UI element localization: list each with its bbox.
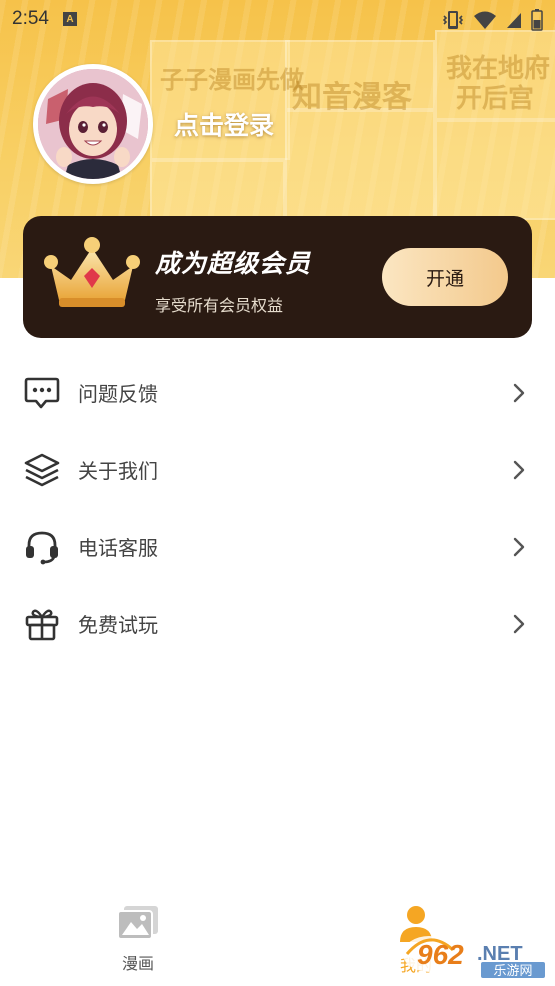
nav-tab-comic[interactable]: 漫画 [88, 904, 188, 974]
gift-icon [24, 606, 60, 642]
site-watermark: 962 .NET 乐游网 [399, 932, 549, 980]
watermark-number: 962 [417, 939, 464, 970]
menu-item-label: 电话客服 [78, 536, 158, 560]
status-time: 2:54 [12, 8, 49, 29]
menu-list: 问题反馈 关于我们 电话客服 免费试玩 [0, 354, 555, 662]
vip-subtitle: 享受所有会员权益 [155, 296, 284, 315]
avatar-image [38, 69, 148, 179]
menu-item-label: 关于我们 [78, 459, 158, 483]
crown-icon [44, 237, 140, 307]
vip-card[interactable]: 成为超级会员 享受所有会员权益 开通 [23, 216, 532, 338]
nav-tab-label: 漫画 [121, 954, 154, 973]
watermark-caption: 乐游网 [493, 964, 532, 979]
vibrate-icon [442, 11, 464, 29]
banner-panel-text: 开后宫 [456, 84, 535, 114]
wifi-icon [474, 11, 496, 29]
menu-item-about[interactable]: 关于我们 [0, 431, 555, 508]
banner-panel [150, 40, 290, 160]
vip-title: 成为超级会员 [155, 249, 312, 278]
banner-panel [435, 120, 555, 220]
watermark-suffix: .NET [477, 943, 523, 965]
banner-panel [285, 110, 435, 220]
banner-panel [150, 160, 285, 220]
menu-item-phone-service[interactable]: 电话客服 [0, 508, 555, 585]
chevron-right-icon [513, 460, 525, 480]
chevron-right-icon [513, 383, 525, 403]
banner-panel-text: 子子漫画先做 [160, 65, 304, 94]
signal-icon [507, 13, 521, 28]
menu-item-label: 问题反馈 [78, 382, 158, 406]
menu-item-feedback[interactable]: 问题反馈 [0, 354, 555, 431]
open-vip-button[interactable]: 开通 [382, 248, 508, 306]
headset-icon [24, 529, 60, 565]
menu-item-free-trial[interactable]: 免费试玩 [0, 585, 555, 662]
banner-panel-text: 知音漫客 [292, 80, 412, 115]
chevron-right-icon [513, 537, 525, 557]
image-icon [117, 906, 158, 940]
layers-icon [24, 452, 60, 488]
menu-item-label: 免费试玩 [78, 613, 158, 637]
avatar[interactable] [33, 64, 153, 184]
status-icons [441, 9, 543, 31]
chevron-right-icon [513, 614, 525, 634]
notification-icon: A [62, 12, 77, 26]
login-label[interactable]: 点击登录 [174, 106, 274, 142]
status-bar: 2:54 A [0, 0, 555, 38]
feedback-icon [24, 375, 60, 411]
battery-icon [531, 9, 543, 31]
